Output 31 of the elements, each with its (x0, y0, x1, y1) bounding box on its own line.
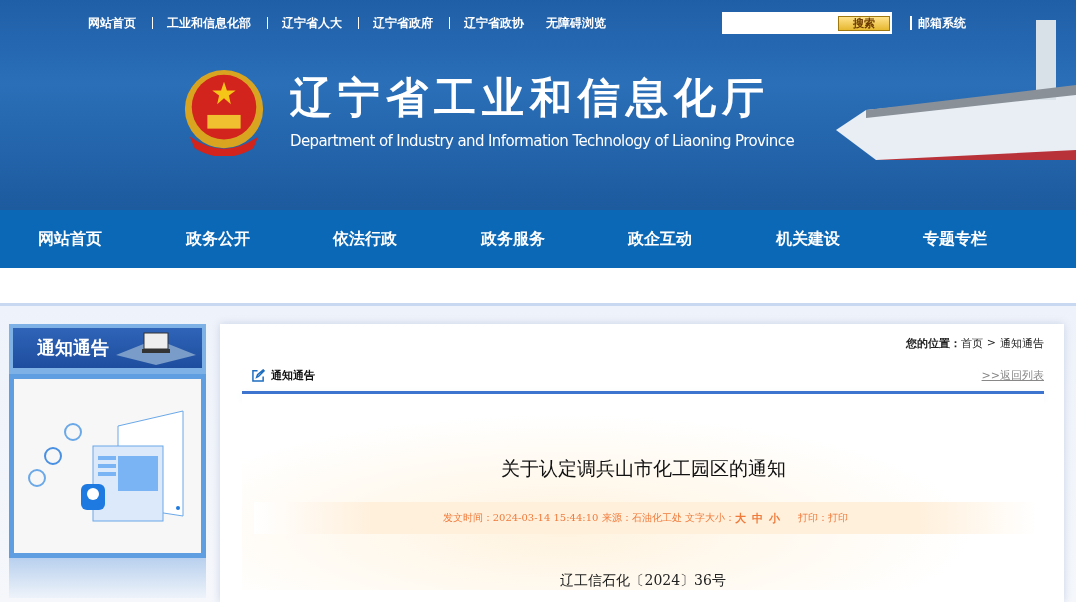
nav-item[interactable]: 依法行政 (333, 228, 481, 250)
mail-link[interactable]: 邮箱系统 (918, 14, 966, 32)
edit-icon (252, 368, 266, 382)
print-label: 打印： (797, 511, 828, 525)
top-link[interactable]: 工业和信息化部 (167, 14, 251, 32)
top-link[interactable]: 辽宁省人大 (282, 14, 342, 32)
nav-item[interactable]: 政务公开 (185, 228, 333, 250)
laptop-icon (116, 331, 197, 365)
top-link[interactable]: 辽宁省政府 (373, 14, 433, 32)
nav-item[interactable]: 网站首页 (38, 228, 186, 250)
document-number: 辽工信石化〔2024〕36号 (559, 572, 727, 590)
top-link[interactable]: 网站首页 (88, 14, 136, 32)
section-title: 通知通告 (271, 367, 316, 383)
nav-item[interactable]: 专题专栏 (923, 228, 1071, 250)
nav-item[interactable]: 机关建设 (775, 228, 923, 250)
search-field[interactable]: 搜索 (722, 12, 892, 34)
breadcrumb-link[interactable]: 首页 (960, 336, 983, 351)
top-link[interactable]: 辽宁省政协 (464, 14, 524, 32)
back-to-list-link[interactable]: >>返回列表 (981, 367, 1044, 383)
breadcrumb-separator: > (986, 336, 996, 351)
breadcrumb-label: 您的位置： (905, 336, 961, 351)
site-subtitle: Department of Industry and Information Technology of Liaoning Province (290, 131, 795, 152)
article-title: 关于认定调兵山市化工园区的通知 (499, 456, 787, 481)
search-button[interactable]: 搜索 (838, 15, 890, 31)
top-link[interactable]: 无障碍浏览 (546, 14, 606, 32)
publish-info: 发文时间：2024-03-14 15:44:10 来源：石油化工处 文字大小： (442, 511, 735, 523)
site-title: 辽宁省工业和信息化厅 (290, 72, 771, 124)
breadcrumb-link[interactable]: 通知通告 (1000, 336, 1044, 351)
sidebar-title: 通知通告 (37, 336, 109, 360)
nav-item[interactable]: 政务服务 (480, 228, 628, 250)
nav-item[interactable]: 政企互动 (628, 228, 776, 250)
